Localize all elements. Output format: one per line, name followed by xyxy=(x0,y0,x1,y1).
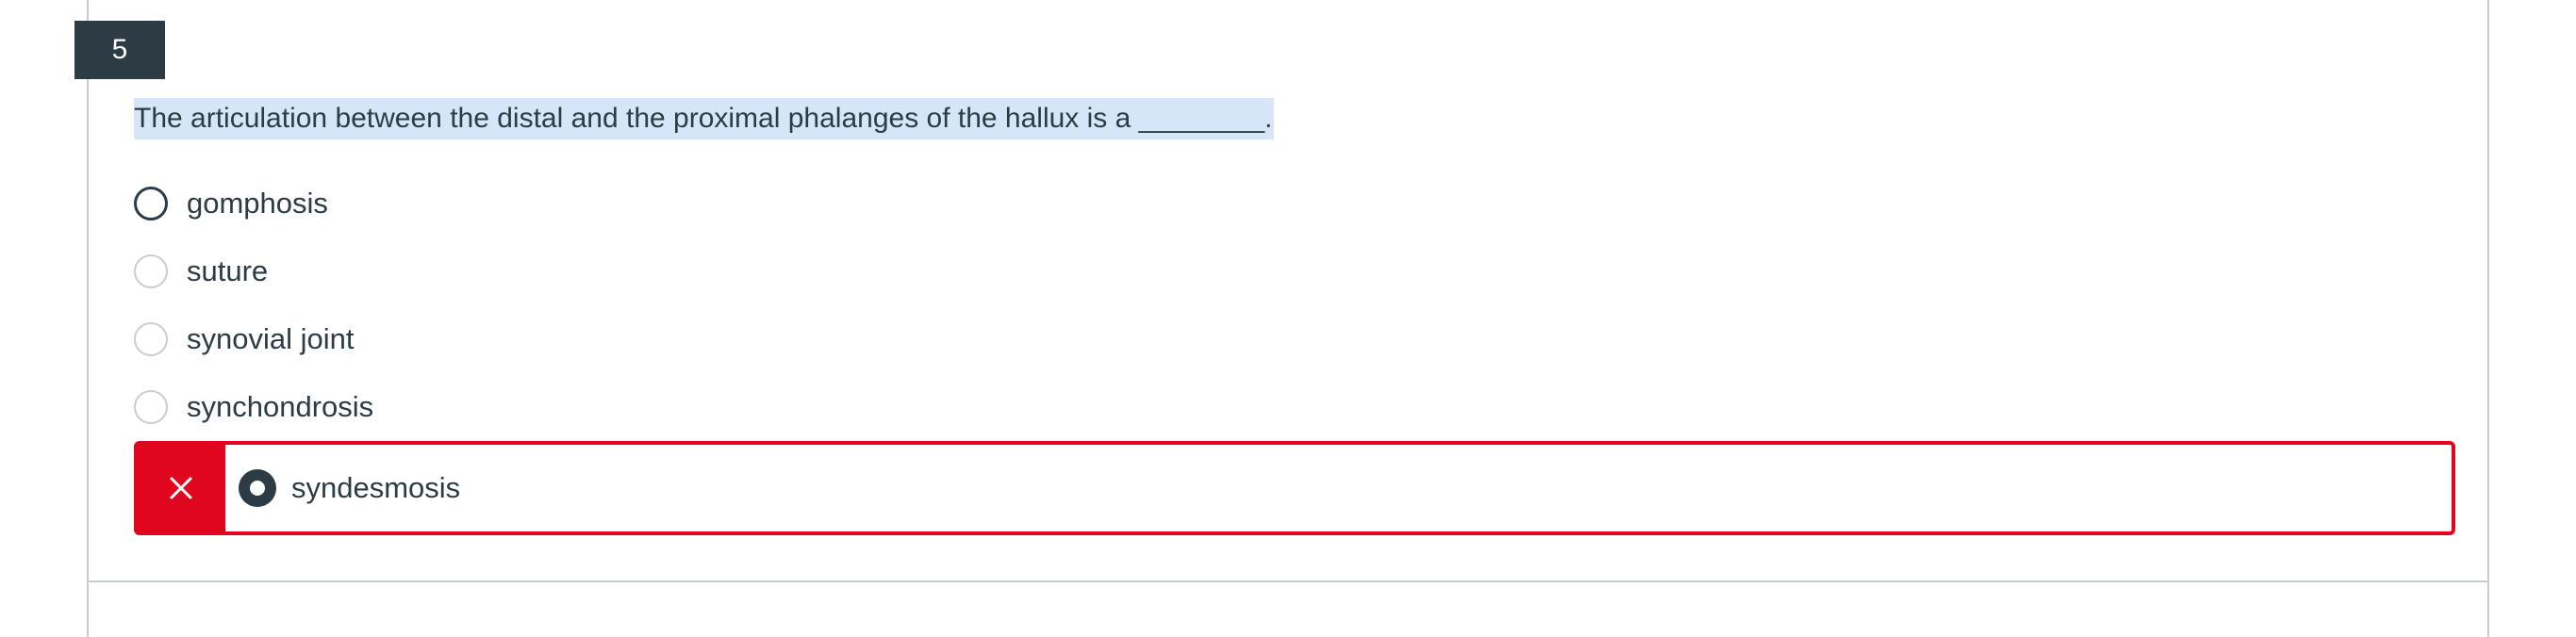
question-card xyxy=(87,0,2489,637)
radio-button[interactable] xyxy=(134,390,168,424)
option-label: syndesmosis xyxy=(291,471,461,504)
selected-answer-incorrect[interactable]: syndesmosis xyxy=(134,441,2455,535)
option-label: synovial joint xyxy=(187,322,355,355)
radio-button-selected[interactable] xyxy=(239,469,276,507)
incorrect-answer-flag xyxy=(137,445,225,531)
option-synchondrosis[interactable]: synchondrosis xyxy=(134,387,373,427)
question-text: The articulation between the distal and … xyxy=(134,98,1275,139)
option-label: gomphosis xyxy=(187,187,328,220)
radio-button[interactable] xyxy=(134,187,168,220)
option-gomphosis[interactable]: gomphosis xyxy=(134,184,328,223)
close-icon xyxy=(170,477,192,499)
radio-button[interactable] xyxy=(134,254,168,288)
question-number: 5 xyxy=(111,34,128,65)
option-synovial-joint[interactable]: synovial joint xyxy=(134,319,354,359)
option-suture[interactable]: suture xyxy=(134,252,268,291)
question-number-badge: 5 xyxy=(74,21,165,79)
radio-dot xyxy=(250,481,265,496)
option-label: synchondrosis xyxy=(187,390,374,423)
card-divider xyxy=(89,580,2487,582)
option-syndesmosis[interactable]: syndesmosis xyxy=(239,445,460,531)
option-label: suture xyxy=(187,254,269,287)
radio-button[interactable] xyxy=(134,322,168,356)
